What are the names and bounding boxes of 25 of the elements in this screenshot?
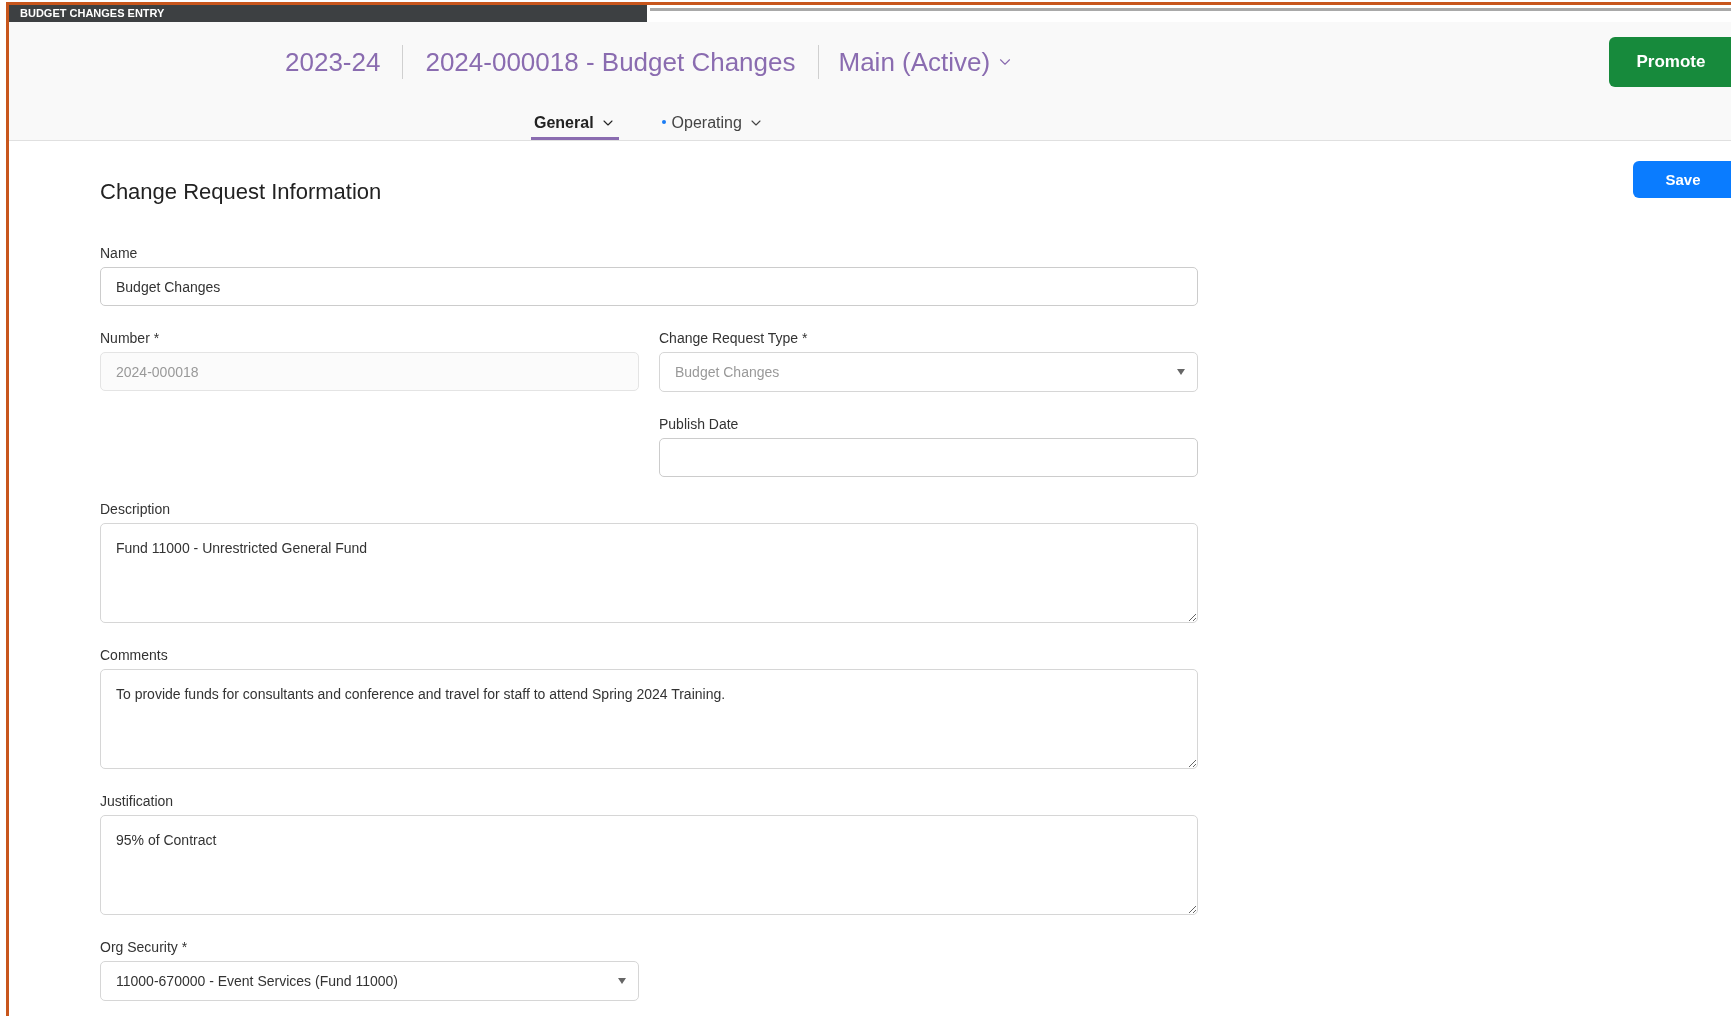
save-button[interactable]: Save <box>1633 161 1731 198</box>
text-area[interactable]: Fund 11000 - Unrestricted General Fund <box>100 523 1198 623</box>
field-label: Justification <box>100 793 175 809</box>
field-label: Change Request Type * <box>659 330 809 346</box>
field-label: Org Security * <box>100 939 189 955</box>
field-label: Name <box>100 245 139 261</box>
tab[interactable]: Operating <box>658 114 767 140</box>
text-area[interactable]: 95% of Contract <box>100 815 1198 915</box>
window-title: BUDGET CHANGES ENTRY <box>9 5 647 22</box>
dropdown-field[interactable]: 11000-670000 - Event Services (Fund 11000) <box>100 961 639 1001</box>
input-field[interactable]: Budget Changes <box>100 267 1198 306</box>
field-label: Description <box>100 501 172 517</box>
caret-icon <box>618 978 626 984</box>
breadcrumb-text: 2024-000018 - Budget Changes <box>424 46 797 79</box>
field-label: Number * <box>100 330 161 346</box>
field-label: Publish Date <box>659 416 740 432</box>
input-field[interactable] <box>659 438 1198 477</box>
text-area[interactable]: To provide funds for consultants and conference and travel for staff to attend Spring 2024 Training. <box>100 669 1198 769</box>
field-label: Comments <box>100 647 169 663</box>
version-dropdown[interactable]: Main (Active) <box>818 46 1015 78</box>
caret-icon <box>1177 369 1185 375</box>
tab[interactable]: General <box>531 114 619 140</box>
section-title: Change Request Information <box>100 179 382 205</box>
promote-button[interactable]: Promote <box>1609 37 1731 87</box>
breadcrumb-text: 2023-24 <box>285 46 382 79</box>
